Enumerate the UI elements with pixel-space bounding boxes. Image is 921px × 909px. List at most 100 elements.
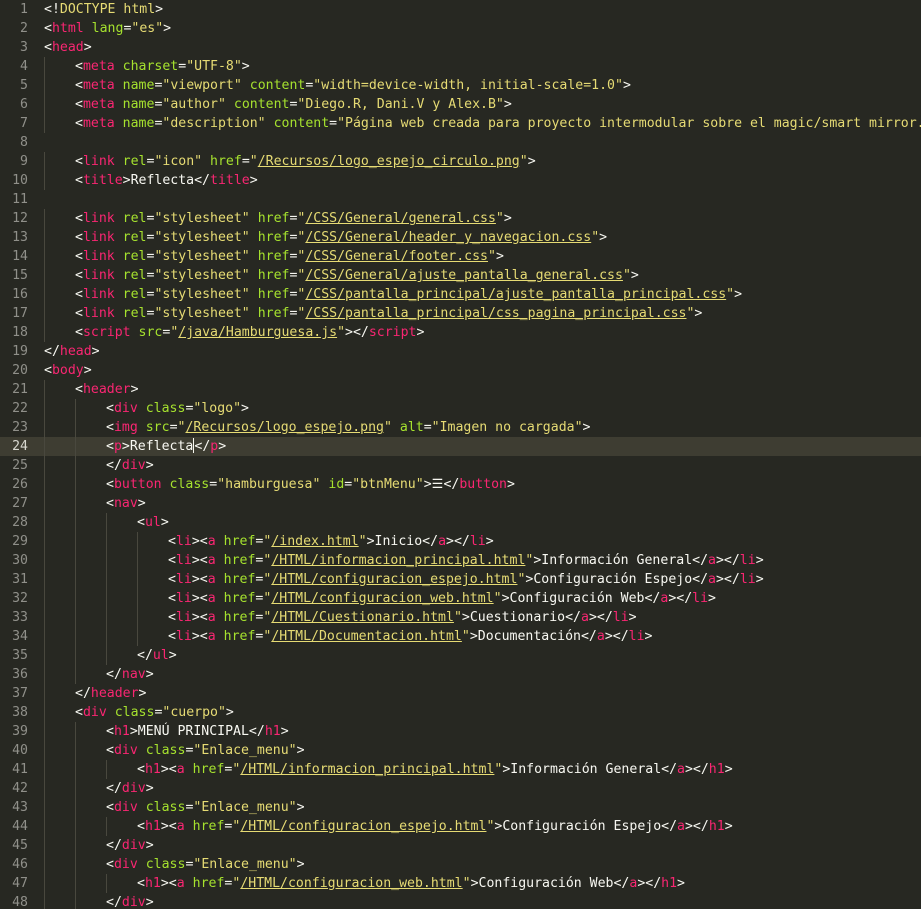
code-line[interactable]: 46 <div class="Enlace_menu"> bbox=[0, 855, 921, 874]
line-content[interactable]: <meta name="author" content="Diego.R, Da… bbox=[44, 95, 512, 114]
line-content[interactable]: </div> bbox=[44, 836, 154, 855]
line-content[interactable]: <div class="cuerpo"> bbox=[44, 703, 234, 722]
code-line[interactable]: 25 </div> bbox=[0, 456, 921, 475]
code-line[interactable]: 11 bbox=[0, 190, 921, 209]
line-content[interactable]: <script src="/java/Hamburguesa.js"></scr… bbox=[44, 323, 424, 342]
line-content[interactable]: <head> bbox=[44, 38, 92, 57]
line-content[interactable]: <li><a href="/HTML/configuracion_web.htm… bbox=[44, 589, 716, 608]
code-line[interactable]: 32 <li><a href="/HTML/configuracion_web.h… bbox=[0, 589, 921, 608]
line-content[interactable]: <li><a href="/HTML/configuracion_espejo.… bbox=[44, 570, 764, 589]
line-content[interactable]: <link rel="stylesheet" href="/CSS/Genera… bbox=[44, 209, 512, 228]
line-content[interactable]: <div class="Enlace_menu"> bbox=[44, 798, 305, 817]
code-line[interactable]: 7 <meta name="description" content="Págin… bbox=[0, 114, 921, 133]
line-content[interactable]: <meta name="description" content="Página… bbox=[44, 114, 921, 133]
code-line[interactable]: 33 <li><a href="/HTML/Cuestionario.html">… bbox=[0, 608, 921, 627]
token-attr-name: rel bbox=[122, 249, 147, 264]
line-content[interactable]: <div class="Enlace_menu"> bbox=[44, 855, 305, 874]
line-content[interactable]: <link rel="stylesheet" href="/CSS/Genera… bbox=[44, 228, 607, 247]
code-line[interactable]: 23 <img src="/Recursos/logo_espejo.png" a… bbox=[0, 418, 921, 437]
line-content[interactable]: </ul> bbox=[44, 646, 177, 665]
code-line[interactable]: 9 <link rel="icon" href="/Recursos/logo_e… bbox=[0, 152, 921, 171]
code-line[interactable]: 1 <!DOCTYPE html> bbox=[0, 0, 921, 19]
code-line[interactable]: 27 <nav> bbox=[0, 494, 921, 513]
line-content[interactable]: <meta charset="UTF-8"> bbox=[44, 57, 250, 76]
code-line[interactable]: 38 <div class="cuerpo"> bbox=[0, 703, 921, 722]
code-line[interactable]: 47 <h1><a href="/HTML/configuracion_web.h… bbox=[0, 874, 921, 893]
line-content[interactable]: </div> bbox=[44, 893, 154, 909]
code-line[interactable]: 40 <div class="Enlace_menu"> bbox=[0, 741, 921, 760]
line-content[interactable]: <link rel="stylesheet" href="/CSS/pantal… bbox=[44, 285, 742, 304]
line-content[interactable]: <h1><a href="/HTML/configuracion_espejo.… bbox=[44, 817, 733, 836]
line-content[interactable]: <h1><a href="/HTML/informacion_principal… bbox=[44, 760, 733, 779]
code-line[interactable]: 28 <ul> bbox=[0, 513, 921, 532]
code-line[interactable]: 39 <h1>MENÚ PRINCIPAL</h1> bbox=[0, 722, 921, 741]
line-content[interactable]: </div> bbox=[44, 456, 154, 475]
line-content[interactable]: <li><a href="/HTML/Cuestionario.html">Cu… bbox=[44, 608, 637, 627]
line-content[interactable]: <h1><a href="/HTML/configuracion_web.htm… bbox=[44, 874, 685, 893]
line-content[interactable]: <ul> bbox=[44, 513, 169, 532]
line-content[interactable]: <img src="/Recursos/logo_espejo.png" alt… bbox=[44, 418, 590, 437]
code-line[interactable]: 22 <div class="logo"> bbox=[0, 399, 921, 418]
line-content[interactable]: </head> bbox=[44, 342, 100, 361]
line-content[interactable]: <li><a href="/HTML/informacion_principal… bbox=[44, 551, 764, 570]
line-content[interactable]: <p>Reflecta</p> bbox=[44, 437, 226, 456]
line-content[interactable]: </div> bbox=[44, 779, 154, 798]
code-line[interactable]: 48 </div> bbox=[0, 893, 921, 909]
code-line[interactable]: 26 <button class="hamburguesa" id="btnMen… bbox=[0, 475, 921, 494]
code-line[interactable]: 41 <h1><a href="/HTML/informacion_princip… bbox=[0, 760, 921, 779]
code-line[interactable]: 8 bbox=[0, 133, 921, 152]
line-content[interactable]: </header> bbox=[44, 684, 146, 703]
code-line[interactable]: 36 </nav> bbox=[0, 665, 921, 684]
code-line[interactable]: 4 <meta charset="UTF-8"> bbox=[0, 57, 921, 76]
code-line[interactable]: 24 <p>Reflecta</p> bbox=[0, 437, 921, 456]
code-line[interactable]: 12 <link rel="stylesheet" href="/CSS/Gene… bbox=[0, 209, 921, 228]
token-punct: > bbox=[599, 230, 608, 245]
code-line[interactable]: 16 <link rel="stylesheet" href="/CSS/pant… bbox=[0, 285, 921, 304]
line-content[interactable]: <header> bbox=[44, 380, 139, 399]
code-line[interactable]: 43 <div class="Enlace_menu"> bbox=[0, 798, 921, 817]
line-content[interactable]: <link rel="stylesheet" href="/CSS/Genera… bbox=[44, 266, 639, 285]
line-content[interactable]: <!DOCTYPE html> bbox=[44, 0, 163, 19]
line-content[interactable]: <link rel="icon" href="/Recursos/logo_es… bbox=[44, 152, 536, 171]
line-content[interactable]: <div class="logo"> bbox=[44, 399, 249, 418]
token-tag-name: a bbox=[677, 762, 685, 777]
line-content[interactable]: <li><a href="/index.html">Inicio</a></li… bbox=[44, 532, 494, 551]
code-line[interactable]: 37 </header> bbox=[0, 684, 921, 703]
code-line[interactable]: 19 </head> bbox=[0, 342, 921, 361]
code-line[interactable]: 21 <header> bbox=[0, 380, 921, 399]
line-content[interactable]: <h1>MENÚ PRINCIPAL</h1> bbox=[44, 722, 289, 741]
code-line[interactable]: 30 <li><a href="/HTML/informacion_princip… bbox=[0, 551, 921, 570]
code-line[interactable]: 5 <meta name="viewport" content="width=de… bbox=[0, 76, 921, 95]
code-line[interactable]: 18 <script src="/java/Hamburguesa.js"></s… bbox=[0, 323, 921, 342]
code-line[interactable]: 20 <body> bbox=[0, 361, 921, 380]
code-line[interactable]: 31 <li><a href="/HTML/configuracion_espej… bbox=[0, 570, 921, 589]
code-line[interactable]: 42 </div> bbox=[0, 779, 921, 798]
line-content[interactable]: <div class="Enlace_menu"> bbox=[44, 741, 305, 760]
line-content[interactable]: <meta name="viewport" content="width=dev… bbox=[44, 76, 631, 95]
line-content[interactable]: </nav> bbox=[44, 665, 154, 684]
code-line[interactable]: 10 <title>Reflecta</title> bbox=[0, 171, 921, 190]
code-line[interactable]: 34 <li><a href="/HTML/Documentacion.html"… bbox=[0, 627, 921, 646]
line-content[interactable]: <link rel="stylesheet" href="/CSS/Genera… bbox=[44, 247, 504, 266]
code-line[interactable]: 44 <h1><a href="/HTML/configuracion_espej… bbox=[0, 817, 921, 836]
line-content[interactable]: <html lang="es"> bbox=[44, 19, 171, 38]
code-line[interactable]: 45 </div> bbox=[0, 836, 921, 855]
code-line[interactable]: 17 <link rel="stylesheet" href="/CSS/pant… bbox=[0, 304, 921, 323]
code-line[interactable]: 13 <link rel="stylesheet" href="/CSS/Gene… bbox=[0, 228, 921, 247]
code-line[interactable]: 3 <head> bbox=[0, 38, 921, 57]
code-line[interactable]: 15 <link rel="stylesheet" href="/CSS/Gene… bbox=[0, 266, 921, 285]
line-content[interactable]: <link rel="stylesheet" href="/CSS/pantal… bbox=[44, 304, 702, 323]
code-line[interactable]: 14 <link rel="stylesheet" href="/CSS/Gene… bbox=[0, 247, 921, 266]
code-editor[interactable]: 1 <!DOCTYPE html> 2 <html lang="es"> 3 <head>… bbox=[0, 0, 921, 909]
line-content[interactable]: <nav> bbox=[44, 494, 146, 513]
code-line[interactable]: 29 <li><a href="/index.html">Inicio</a></… bbox=[0, 532, 921, 551]
indent-guide bbox=[106, 589, 137, 608]
code-line[interactable]: 35 </ul> bbox=[0, 646, 921, 665]
line-content[interactable]: <body> bbox=[44, 361, 92, 380]
code-line[interactable]: 6 <meta name="author" content="Diego.R, D… bbox=[0, 95, 921, 114]
line-content[interactable]: <li><a href="/HTML/Documentacion.html">D… bbox=[44, 627, 653, 646]
line-content[interactable]: <title>Reflecta</title> bbox=[44, 171, 258, 190]
line-content[interactable]: <button class="hamburguesa" id="btnMenu"… bbox=[44, 475, 515, 494]
token-punct bbox=[185, 762, 193, 777]
code-line[interactable]: 2 <html lang="es"> bbox=[0, 19, 921, 38]
